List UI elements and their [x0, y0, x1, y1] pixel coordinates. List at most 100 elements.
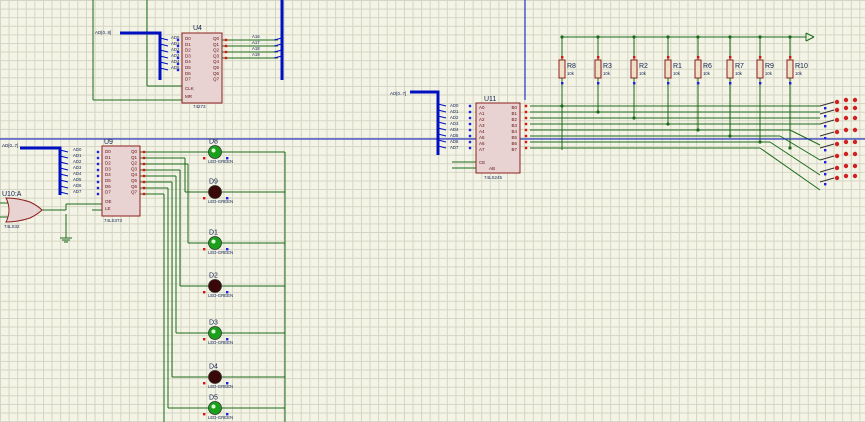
pin-state-dot	[759, 82, 762, 85]
resistor-ref: R10	[795, 63, 808, 70]
chip-u9[interactable]: U9 74LS373 D0D1D2D3D4D5D6D7 Q0Q1Q2Q3Q4Q5…	[101, 139, 141, 223]
switch-3[interactable]	[819, 115, 858, 128]
led-d2[interactable]: D2 LED-GREEN	[203, 273, 233, 299]
switch-4[interactable]	[819, 127, 858, 140]
pin-state-dot	[824, 125, 827, 128]
switch-contact	[843, 105, 849, 111]
switch-lever	[819, 167, 835, 173]
pin-state-dot	[96, 174, 100, 178]
net-label: AD4	[73, 171, 82, 176]
led-part: LED-GREEN	[208, 199, 233, 204]
pin-state-dot	[824, 149, 827, 152]
pin-state-dot	[667, 82, 670, 85]
schematic-canvas[interactable]: U4 74273 D0 D1 D2 D3 D4 D5 D6 D7 Q0 Q1 Q2 Q3 Q4 Q5 Q6…	[0, 0, 865, 422]
resistor-value: 10k	[703, 71, 711, 76]
pin-state-dot	[226, 413, 229, 416]
switch-contact	[843, 97, 849, 103]
pin-state-dot	[142, 192, 146, 196]
pin-labels-right: B0B1B2B3B4B5B6B7	[511, 105, 517, 152]
net-label: A16	[252, 34, 260, 39]
switch-6[interactable]	[819, 151, 858, 164]
led-d1[interactable]: D1 LED-GREEN	[203, 230, 233, 256]
chip-u4[interactable]: U4 74273 D0D1D2D3D4D5D6D7 Q0Q1Q2Q3Q4Q5Q6…	[181, 25, 223, 109]
resistor-body	[664, 59, 672, 79]
resistor-r6[interactable]: R610k	[694, 35, 712, 132]
net-labels-u9: AD0AD1AD2AD3AD4AD5AD6AD7	[73, 147, 82, 194]
junction	[788, 146, 792, 150]
switch-8[interactable]	[819, 173, 858, 186]
led-group: D8 LED-GREEN D9 LED-GREEN D1 LED-GREEN D2 LED-G…	[203, 139, 233, 421]
switch-group	[819, 97, 858, 186]
resistor-body	[756, 59, 764, 79]
pin-state-dot	[226, 382, 229, 385]
pin-state-dot	[203, 197, 206, 200]
switch-contact	[834, 99, 840, 105]
junction	[632, 35, 636, 39]
pin-labels-left: D0D1D2D3D4D5D6D7	[105, 149, 111, 195]
ab-pin-label: AB	[489, 166, 495, 171]
chip-u11[interactable]: U11 74LS245 A0A1A2A3A4A5A6A7 B0B1B2B3B4B…	[475, 96, 521, 180]
pin-state-dot	[96, 156, 100, 160]
switch-1[interactable]	[819, 97, 858, 110]
resistor-ref: R6	[703, 63, 712, 70]
schematic: U4 74273 D0D1D2D3D4D5D6D7 Q0Q1Q2Q3Q4Q5Q6…	[0, 0, 865, 422]
pin-state-dot	[224, 38, 228, 42]
resistor-value: 10k	[765, 71, 773, 76]
resistor-r7[interactable]: R710k	[726, 35, 744, 138]
pin-state-dot	[203, 248, 206, 251]
switch-contact	[852, 115, 858, 121]
led-d4[interactable]: D4 LED-GREEN	[203, 364, 233, 390]
pin-label: A4	[479, 129, 485, 134]
resistor-ref: R3	[603, 63, 612, 70]
resistor-r8[interactable]: R810k	[558, 35, 576, 108]
pin-state-dot	[96, 180, 100, 184]
pin-labels-right: Q0Q1Q2Q3Q4Q5Q6Q7	[131, 149, 138, 195]
led-d5[interactable]: D5 LED-GREEN	[203, 395, 233, 421]
switch-contact	[834, 165, 840, 171]
switch-7[interactable]	[819, 163, 858, 176]
clk-pin-label: CLK	[185, 86, 194, 91]
resistor-body	[630, 59, 638, 79]
pin-state-dot	[224, 44, 228, 48]
resistor-value: 10k	[639, 71, 647, 76]
pin-state-dot	[789, 82, 792, 85]
led-body	[208, 326, 222, 340]
pin-state-dot	[203, 157, 206, 160]
chip-ref: U9	[104, 139, 113, 146]
junction	[560, 104, 564, 108]
net-label: AD0	[450, 103, 459, 108]
pin-label: Q4	[131, 172, 138, 177]
led-part: LED-GREEN	[208, 415, 233, 420]
junction	[666, 122, 670, 126]
pin-state-dot	[468, 110, 472, 114]
resistor-r3[interactable]: R310k	[594, 35, 612, 114]
pin-label: Q6	[131, 184, 138, 189]
switch-contact	[834, 153, 840, 159]
led-body	[208, 279, 222, 293]
chip-part: 74273	[193, 104, 206, 109]
bus-label-u11: AD[0..7]	[390, 91, 406, 96]
resistor-r9[interactable]: R910k	[756, 35, 774, 144]
pin-state-dot	[524, 104, 528, 108]
bus-label-u9: AD[0..7]	[2, 143, 18, 148]
resistor-r10[interactable]: R1010k	[786, 35, 808, 150]
pin-state-dot	[224, 50, 228, 54]
led-ref: D4	[209, 364, 218, 371]
pin-label: Q5	[213, 65, 220, 70]
pin-state-dot	[524, 146, 528, 150]
pin-label: D1	[185, 42, 191, 47]
pin-state-dot	[226, 157, 229, 160]
net-label: AD3	[73, 165, 82, 170]
pin-label: D1	[105, 155, 111, 160]
pin-state-dot	[224, 56, 228, 60]
led-d8[interactable]: D8 LED-GREEN	[203, 139, 233, 165]
or-gate-u10[interactable]: U10:A 74LS32	[2, 191, 43, 229]
led-d3[interactable]: D3 LED-GREEN	[203, 320, 233, 346]
pin-label: D7	[185, 77, 191, 82]
led-d9[interactable]: D9 LED-GREEN	[203, 179, 233, 205]
wire	[779, 135, 821, 161]
ground-symbol	[60, 237, 72, 243]
resistor-r2[interactable]: R210k	[630, 35, 648, 120]
switch-5[interactable]	[819, 139, 858, 152]
switch-contact	[834, 175, 840, 181]
